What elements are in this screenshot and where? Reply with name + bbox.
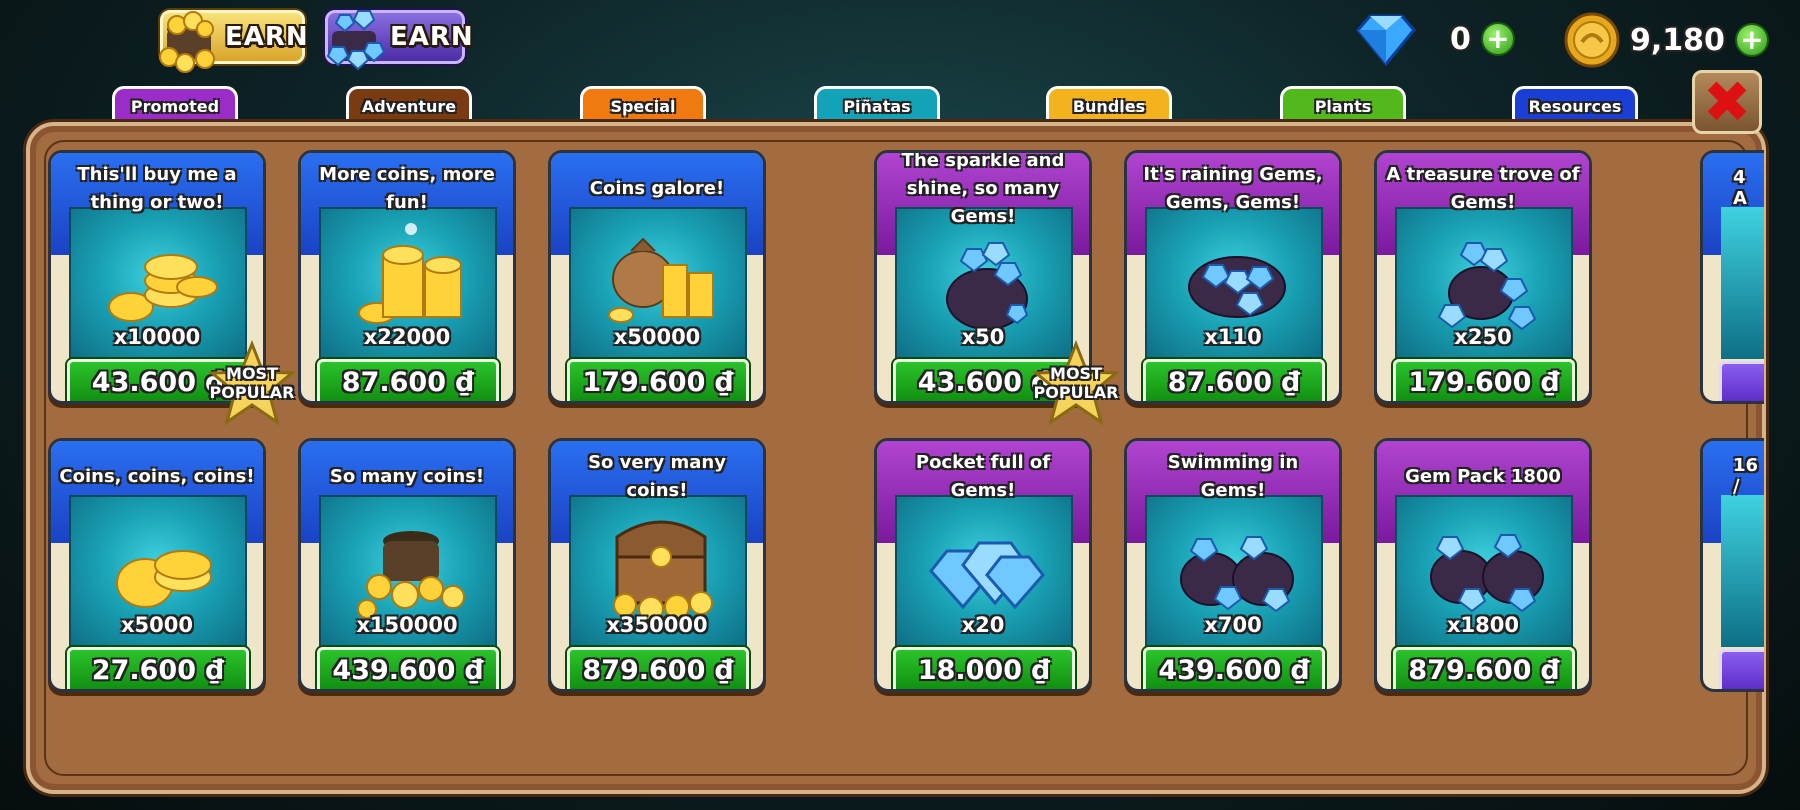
pack-quantity: x5000 xyxy=(121,613,193,637)
offscreen-pack-card[interactable]: 4 A xyxy=(1700,150,1764,404)
add-gems-button[interactable]: + xyxy=(1480,22,1515,56)
pack-title: Gem Pack 1800 xyxy=(1405,466,1561,487)
tab-adventure[interactable]: Adventure xyxy=(346,86,472,126)
coin-pack-card[interactable]: Coins galore! x50000 179.600 ₫ xyxy=(548,150,766,404)
earn-coins-button[interactable]: EARN xyxy=(159,10,308,73)
price-button[interactable]: 179.600 ₫ xyxy=(567,359,749,401)
pack-title: 4 A xyxy=(1733,167,1747,209)
pack-title: A treasure trove of Gems! xyxy=(1386,164,1580,213)
coin-pack-card[interactable]: Coins, coins, coins! x5000 27.600 ₫ xyxy=(48,438,266,692)
coin-pack-card[interactable]: So very many coins! x350000 879.600 ₫ xyxy=(548,438,766,692)
coin-pack-card[interactable]: More coins, more fun! x22000 87.600 ₫ xyxy=(298,150,516,404)
pack-quantity: x20 xyxy=(961,613,1005,637)
pack-title: More coins, more fun! xyxy=(319,164,495,213)
price-button[interactable]: 18.000 ₫ xyxy=(893,647,1075,689)
pack-title: This'll buy me a thing or two! xyxy=(77,164,237,213)
coin-icon xyxy=(1564,12,1620,68)
pack-title: So many coins! xyxy=(329,466,485,487)
price-button[interactable]: 439.600 ₫ xyxy=(317,647,499,689)
most-popular-badge: MOST POPULAR xyxy=(1031,339,1121,428)
price-button[interactable] xyxy=(1719,361,1764,401)
price-button[interactable]: 27.600 ₫ xyxy=(67,647,249,689)
pack-quantity: x150000 xyxy=(356,613,458,637)
coins-counter: 9,180 + xyxy=(1564,12,1769,68)
coins-count: 9,180 xyxy=(1630,22,1725,58)
most-popular-badge: MOST POPULAR xyxy=(207,339,297,428)
price-button[interactable]: 879.600 ₫ xyxy=(1393,647,1575,689)
coin-pack-card[interactable]: So many coins! x150000 439.600 ₫ xyxy=(298,438,516,692)
price-button[interactable]: 87.600 ₫ xyxy=(1143,359,1325,401)
pack-title: Pocket full of Gems! xyxy=(915,452,1051,501)
pack-quantity: x50000 xyxy=(613,325,701,349)
pack-quantity: x110 xyxy=(1204,325,1262,349)
price-button[interactable]: 87.600 ₫ xyxy=(317,359,499,401)
price-button[interactable] xyxy=(1719,649,1764,689)
gem-pack-card[interactable]: Gem Pack 1800 x1800 879.600 ₫ xyxy=(1374,438,1592,692)
tab-pinatas[interactable]: Piñatas xyxy=(814,86,940,126)
add-coins-button[interactable]: + xyxy=(1734,23,1769,57)
close-button[interactable]: ✖ xyxy=(1692,70,1762,134)
pack-quantity: x700 xyxy=(1204,613,1262,637)
pack-quantity: x22000 xyxy=(363,325,451,349)
gem-pack-card[interactable]: It's raining Gems, Gems, Gems! x110 87.6… xyxy=(1124,150,1342,404)
pack-title: The sparkle and shine, so many Gems! xyxy=(901,150,1065,227)
gem-pack-card[interactable]: Pocket full of Gems! x20 18.000 ₫ xyxy=(874,438,1092,692)
tab-special[interactable]: Special xyxy=(580,86,706,126)
close-icon: ✖ xyxy=(1702,68,1752,136)
pack-quantity: x350000 xyxy=(606,613,708,637)
tab-plants[interactable]: Plants xyxy=(1280,86,1406,126)
gem-icon xyxy=(1356,14,1416,66)
gem-pack-card[interactable]: Swimming in Gems! x700 439.600 ₫ xyxy=(1124,438,1342,692)
pack-quantity: x250 xyxy=(1454,325,1512,349)
pack-title: Swimming in Gems! xyxy=(1167,452,1299,501)
tab-promoted[interactable]: Promoted xyxy=(112,86,238,126)
plus-icon: + xyxy=(1740,23,1764,56)
plus-icon: + xyxy=(1486,22,1510,55)
coin-bucket-icon xyxy=(159,11,215,73)
pack-title: So very many coins! xyxy=(588,452,726,501)
pack-quantity: x1800 xyxy=(1447,613,1519,637)
price-button[interactable]: 879.600 ₫ xyxy=(567,647,749,689)
gems-count: 0 xyxy=(1450,21,1471,57)
gem-pack-card[interactable]: A treasure trove of Gems! x250 179.600 ₫ xyxy=(1374,150,1592,404)
pack-title: 16 / xyxy=(1733,455,1759,497)
tab-bundles[interactable]: Bundles xyxy=(1046,86,1172,126)
offscreen-pack-card[interactable]: 16 / xyxy=(1700,438,1764,692)
gems-counter: 0 + xyxy=(1356,12,1515,66)
price-button[interactable]: 439.600 ₫ xyxy=(1143,647,1325,689)
price-button[interactable]: 179.600 ₫ xyxy=(1393,359,1575,401)
pack-title: It's raining Gems, Gems, Gems! xyxy=(1143,164,1323,213)
pack-title: Coins, coins, coins! xyxy=(59,466,255,487)
gem-bucket-icon xyxy=(326,10,386,71)
tab-resources[interactable]: Resources xyxy=(1512,86,1638,126)
earn-gems-button[interactable]: EARN xyxy=(325,10,473,71)
pack-title: Coins galore! xyxy=(589,178,725,199)
